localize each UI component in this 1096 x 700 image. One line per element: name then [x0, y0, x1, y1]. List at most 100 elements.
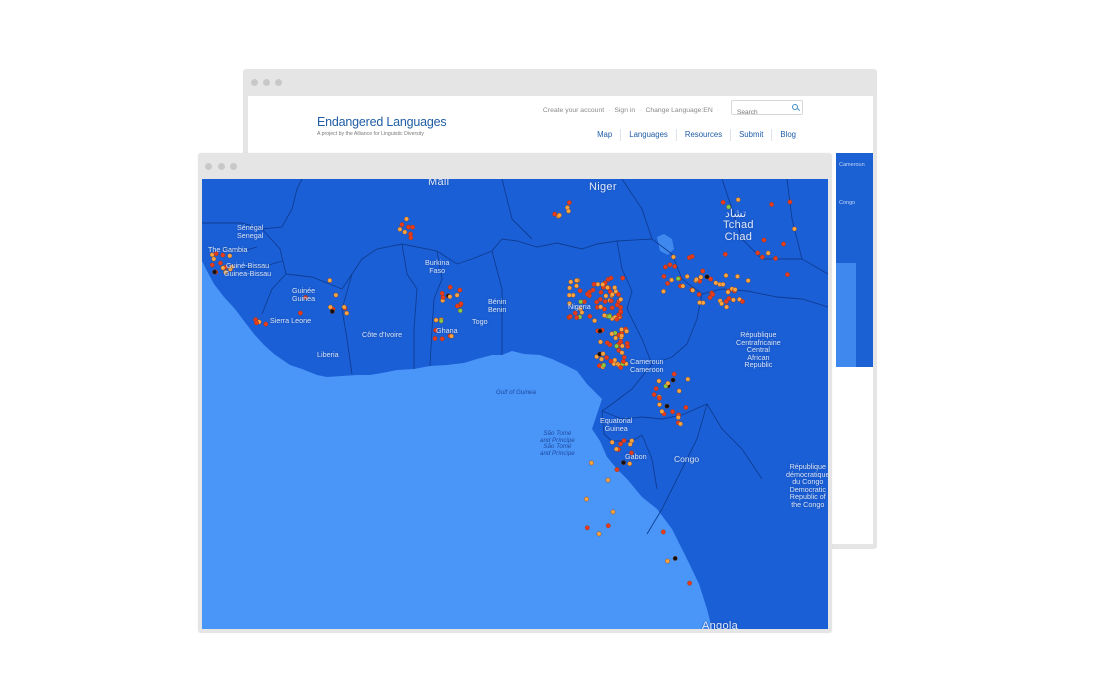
language-marker[interactable] — [665, 380, 671, 386]
language-marker[interactable] — [670, 377, 676, 383]
language-marker[interactable] — [624, 328, 629, 334]
language-marker[interactable] — [609, 292, 615, 297]
language-marker[interactable] — [567, 285, 572, 291]
window-minimize-dot[interactable] — [263, 79, 270, 86]
language-marker[interactable] — [700, 268, 706, 274]
language-marker[interactable] — [672, 555, 678, 561]
language-marker[interactable] — [694, 277, 699, 282]
language-marker[interactable] — [684, 274, 690, 279]
language-marker[interactable] — [577, 288, 583, 294]
language-marker[interactable] — [665, 281, 670, 286]
language-map[interactable]: Mali Niger تشاد Tchad Chad Sénégal Seneg… — [202, 179, 828, 629]
language-marker[interactable] — [597, 328, 603, 334]
language-marker[interactable] — [605, 285, 610, 290]
language-marker[interactable] — [678, 421, 683, 427]
language-marker[interactable] — [698, 274, 704, 280]
language-marker[interactable] — [603, 293, 609, 299]
search-icon[interactable] — [792, 104, 798, 110]
language-marker[interactable] — [607, 314, 612, 319]
language-marker[interactable] — [568, 279, 574, 285]
language-marker[interactable] — [598, 339, 603, 345]
language-marker[interactable] — [690, 287, 696, 293]
language-marker[interactable] — [608, 298, 614, 304]
language-marker[interactable] — [605, 523, 611, 529]
language-marker[interactable] — [574, 283, 579, 289]
language-marker[interactable] — [596, 531, 602, 537]
nav-map[interactable]: Map — [589, 129, 620, 141]
language-marker[interactable] — [601, 362, 607, 368]
language-marker[interactable] — [567, 314, 573, 320]
language-marker[interactable] — [627, 461, 633, 467]
language-marker[interactable] — [722, 251, 728, 257]
search-input[interactable] — [732, 106, 788, 119]
language-marker[interactable] — [556, 212, 562, 218]
sign-in-link[interactable]: Sign in — [614, 107, 635, 114]
language-marker[interactable] — [697, 300, 702, 306]
create-account-link[interactable]: Create your account — [543, 107, 604, 114]
language-marker[interactable] — [399, 222, 405, 227]
language-marker[interactable] — [333, 292, 339, 298]
nav-blog[interactable]: Blog — [771, 129, 804, 141]
language-marker[interactable] — [587, 313, 593, 319]
language-marker[interactable] — [608, 275, 614, 281]
language-marker[interactable] — [454, 292, 460, 298]
language-marker[interactable] — [566, 292, 572, 298]
language-marker[interactable] — [656, 378, 662, 384]
language-marker[interactable] — [653, 386, 659, 392]
language-marker[interactable] — [406, 224, 411, 230]
language-marker[interactable] — [785, 272, 790, 278]
language-marker[interactable] — [618, 339, 623, 345]
language-marker[interactable] — [781, 241, 786, 247]
language-marker[interactable] — [787, 199, 793, 205]
language-marker[interactable] — [298, 310, 303, 316]
language-marker[interactable] — [329, 308, 335, 314]
language-marker[interactable] — [327, 304, 333, 310]
language-marker[interactable] — [664, 403, 670, 409]
language-marker[interactable] — [609, 305, 615, 311]
language-marker[interactable] — [671, 254, 676, 260]
language-marker[interactable] — [439, 290, 445, 296]
language-marker[interactable] — [680, 283, 686, 289]
language-marker[interactable] — [755, 250, 761, 256]
language-marker[interactable] — [254, 320, 259, 326]
language-marker[interactable] — [792, 226, 797, 232]
language-marker[interactable] — [683, 405, 689, 410]
window-close-dot[interactable] — [251, 79, 258, 86]
language-marker[interactable] — [732, 287, 738, 293]
language-marker[interactable] — [612, 285, 618, 291]
language-marker[interactable] — [656, 395, 662, 401]
language-marker[interactable] — [605, 477, 611, 483]
language-marker[interactable] — [614, 316, 620, 322]
nav-submit[interactable]: Submit — [730, 129, 771, 141]
language-marker[interactable] — [687, 580, 692, 586]
language-marker[interactable] — [725, 289, 731, 295]
language-marker[interactable] — [676, 388, 682, 394]
language-marker[interactable] — [735, 197, 741, 203]
language-marker[interactable] — [614, 467, 620, 472]
language-marker[interactable] — [440, 295, 446, 300]
language-marker[interactable] — [263, 321, 269, 327]
change-language-link[interactable]: Change Language:EN — [645, 107, 712, 114]
language-marker[interactable] — [731, 297, 736, 303]
window-maximize-dot[interactable] — [230, 163, 237, 170]
language-marker[interactable] — [610, 509, 616, 515]
nav-resources[interactable]: Resources — [675, 129, 730, 141]
language-marker[interactable] — [704, 274, 710, 280]
language-marker[interactable] — [723, 273, 729, 278]
language-marker[interactable] — [574, 278, 579, 283]
language-marker[interactable] — [589, 460, 594, 466]
language-marker[interactable] — [669, 277, 674, 283]
language-marker[interactable] — [608, 358, 614, 364]
language-marker[interactable] — [724, 304, 729, 310]
site-title[interactable]: Endangered Languages — [317, 115, 447, 129]
language-marker[interactable] — [740, 299, 745, 304]
language-marker[interactable] — [710, 292, 716, 297]
language-marker[interactable] — [615, 292, 621, 297]
language-marker[interactable] — [613, 446, 619, 452]
language-marker[interactable] — [672, 264, 678, 269]
language-marker[interactable] — [661, 289, 666, 294]
language-marker[interactable] — [592, 318, 597, 324]
language-marker[interactable] — [719, 301, 724, 307]
language-marker[interactable] — [447, 294, 453, 300]
language-marker[interactable] — [457, 287, 463, 293]
